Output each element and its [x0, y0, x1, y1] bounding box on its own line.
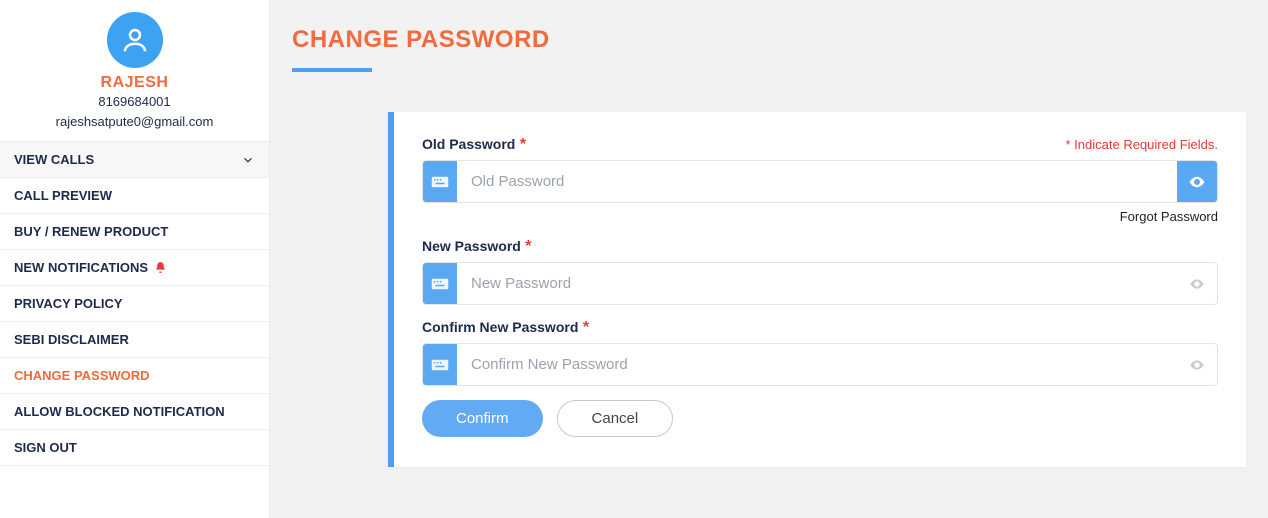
- nav-label: PRIVACY POLICY: [14, 296, 123, 311]
- nav-privacy-policy[interactable]: PRIVACY POLICY: [0, 286, 269, 322]
- input-new-password[interactable]: [457, 263, 1177, 304]
- field-confirm-password: [422, 343, 1218, 386]
- nav-new-notifications[interactable]: NEW NOTIFICATIONS: [0, 250, 269, 286]
- avatar: [107, 12, 163, 68]
- eye-icon: [1189, 276, 1205, 292]
- group-confirm-password: Confirm New Password *: [422, 319, 1218, 386]
- nav: VIEW CALLS CALL PREVIEW BUY / RENEW PROD…: [0, 141, 269, 466]
- group-old-password: Old Password * * Indicate Required Field…: [422, 136, 1218, 224]
- forgot-password-link[interactable]: Forgot Password: [422, 209, 1218, 224]
- sidebar: RAJESH 8169684001 rajeshsatpute0@gmail.c…: [0, 0, 270, 518]
- keyboard-icon: [423, 344, 457, 385]
- input-confirm-password[interactable]: [457, 344, 1177, 385]
- confirm-button[interactable]: Confirm: [422, 400, 543, 437]
- button-row: Confirm Cancel: [422, 400, 1218, 437]
- nav-sign-out[interactable]: SIGN OUT: [0, 430, 269, 466]
- chevron-down-icon: [241, 153, 255, 167]
- toggle-visibility-new[interactable]: [1177, 263, 1217, 304]
- label-confirm-password: Confirm New Password: [422, 319, 578, 335]
- eye-icon: [1188, 173, 1206, 191]
- required-asterisk: *: [520, 136, 526, 153]
- nav-sebi-disclaimer[interactable]: SEBI DISCLAIMER: [0, 322, 269, 358]
- toggle-visibility-old[interactable]: [1177, 161, 1217, 202]
- nav-label: BUY / RENEW PRODUCT: [14, 224, 168, 239]
- page-title: CHANGE PASSWORD: [292, 26, 1246, 54]
- field-old-password: [422, 160, 1218, 203]
- nav-label: SIGN OUT: [14, 440, 77, 455]
- keyboard-icon: [423, 161, 457, 202]
- nav-view-calls[interactable]: VIEW CALLS: [0, 141, 269, 178]
- required-note: * Indicate Required Fields.: [1066, 137, 1218, 152]
- nav-buy-renew[interactable]: BUY / RENEW PRODUCT: [0, 214, 269, 250]
- cancel-button[interactable]: Cancel: [557, 400, 674, 437]
- bell-icon: [154, 261, 167, 274]
- group-new-password: New Password *: [422, 238, 1218, 305]
- nav-label: SEBI DISCLAIMER: [14, 332, 129, 347]
- profile-phone: 8169684001: [8, 92, 261, 112]
- required-asterisk: *: [583, 319, 589, 336]
- toggle-visibility-confirm[interactable]: [1177, 344, 1217, 385]
- field-new-password: [422, 262, 1218, 305]
- nav-call-preview[interactable]: CALL PREVIEW: [0, 178, 269, 214]
- eye-icon: [1189, 357, 1205, 373]
- nav-label: VIEW CALLS: [14, 152, 94, 167]
- nav-change-password[interactable]: CHANGE PASSWORD: [0, 358, 269, 394]
- nav-label: CHANGE PASSWORD: [14, 368, 150, 383]
- profile-block: RAJESH 8169684001 rajeshsatpute0@gmail.c…: [0, 0, 269, 141]
- title-underline: [292, 68, 372, 72]
- required-asterisk: *: [525, 238, 531, 255]
- profile-email: rajeshsatpute0@gmail.com: [8, 112, 261, 132]
- keyboard-icon: [423, 263, 457, 304]
- input-old-password[interactable]: [457, 161, 1177, 202]
- nav-label: ALLOW BLOCKED NOTIFICATION: [14, 404, 225, 419]
- nav-label: NEW NOTIFICATIONS: [14, 260, 148, 275]
- change-password-form: Old Password * * Indicate Required Field…: [388, 112, 1246, 467]
- user-icon: [120, 25, 150, 55]
- main-content: CHANGE PASSWORD Old Password * * Indicat…: [270, 0, 1268, 518]
- nav-allow-blocked[interactable]: ALLOW BLOCKED NOTIFICATION: [0, 394, 269, 430]
- nav-label: CALL PREVIEW: [14, 188, 112, 203]
- profile-name: RAJESH: [8, 74, 261, 92]
- label-old-password: Old Password: [422, 136, 515, 152]
- label-new-password: New Password: [422, 238, 521, 254]
